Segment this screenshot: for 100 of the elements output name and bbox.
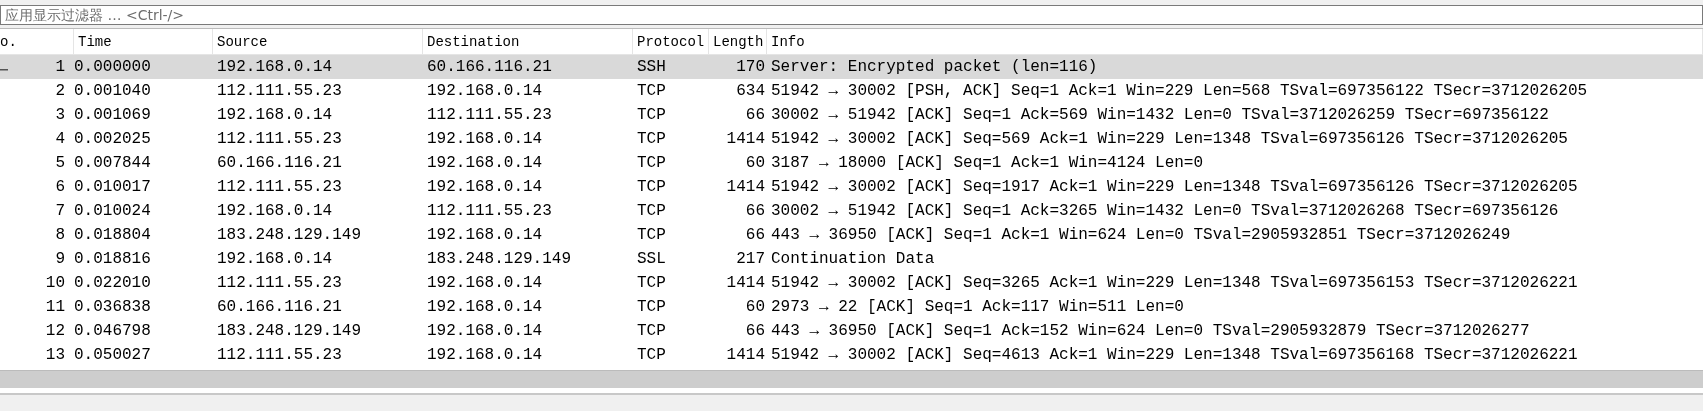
table-cell: 112.111.55.23 <box>217 178 342 196</box>
table-cell: 3187 → 18000 [ACK] Seq=1 Ack=1 Win=4124 Len=0 <box>771 154 1204 172</box>
column-header[interactable]: o. <box>0 29 74 54</box>
table-cell: 192.168.0.14 <box>217 250 333 268</box>
packet-row[interactable]: 5 0.007844 60.166.116.21 192.168.0.14 TCP 60 3187 → 18000 [ACK] Seq=1 Ack=1 Win=4124 Len=0 <box>0 151 1703 175</box>
table-cell: 112.111.55.23 <box>217 346 342 364</box>
table-cell: Server: Encrypted packet (len=116) <box>771 58 1098 76</box>
table-cell: TCP <box>637 154 666 172</box>
table-cell: 0.007844 <box>74 154 151 172</box>
table-cell: 217 <box>736 250 765 268</box>
table-cell: TCP <box>637 202 666 220</box>
table-cell: 634 <box>736 82 765 100</box>
table-cell: 192.168.0.14 <box>427 274 543 292</box>
table-cell: 9 <box>55 250 65 268</box>
column-header[interactable]: Protocol <box>633 29 709 54</box>
packet-row[interactable]: 4 0.002025 112.111.55.23 192.168.0.14 TCP 1414 51942 → 30002 [ACK] Seq=569 Ack=1 Win=229 Len=1348 TSval=697356126 TSecr=3712026205 <box>0 127 1703 151</box>
table-cell: 443 → 36950 [ACK] Seq=1 Ack=152 Win=624 Len=0 TSval=2905932879 TSecr=3712026277 <box>771 322 1530 340</box>
table-cell: 51942 → 30002 [ACK] Seq=4613 Ack=1 Win=229 Len=1348 TSval=697356168 TSecr=3712026221 <box>771 346 1578 364</box>
table-cell: TCP <box>637 82 666 100</box>
table-cell: 10 <box>45 274 65 292</box>
horizontal-scrollbar[interactable] <box>0 370 1703 388</box>
table-cell: 192.168.0.14 <box>217 202 333 220</box>
column-header[interactable]: Destination <box>423 29 633 54</box>
table-cell: 60.166.116.21 <box>217 154 342 172</box>
table-cell: 0.001040 <box>74 82 151 100</box>
packet-row[interactable]: 3 0.001069 192.168.0.14 112.111.55.23 TCP 66 30002 → 51942 [ACK] Seq=1 Ack=569 Win=1432 Len=0 TSval=3712026259 TSecr=697356122 <box>0 103 1703 127</box>
table-cell: Continuation Data <box>771 250 935 268</box>
packet-row[interactable]: 8 0.018804 183.248.129.149 192.168.0.14 TCP 66 443 → 36950 [ACK] Seq=1 Ack=1 Win=624 Len=0 TSval=2905932851 TSecr=3712026249 <box>0 223 1703 247</box>
table-cell: 66 <box>745 322 765 340</box>
table-cell: 443 → 36950 [ACK] Seq=1 Ack=1 Win=624 Len=0 TSval=2905932851 TSecr=3712026249 <box>771 226 1511 244</box>
table-cell: TCP <box>637 322 666 340</box>
column-header[interactable]: Length <box>709 29 767 54</box>
table-cell: 66 <box>745 106 765 124</box>
table-cell: 51942 → 30002 [ACK] Seq=1917 Ack=1 Win=229 Len=1348 TSval=697356126 TSecr=3712026205 <box>771 178 1578 196</box>
table-cell: 60 <box>745 298 765 316</box>
table-cell: SSL <box>637 250 666 268</box>
table-cell: 1414 <box>726 130 765 148</box>
table-cell: 4 <box>55 130 65 148</box>
table-cell: 183.248.129.149 <box>217 322 362 340</box>
table-cell: 192.168.0.14 <box>217 106 333 124</box>
table-cell: 192.168.0.14 <box>427 346 543 364</box>
table-cell: 0.046798 <box>74 322 151 340</box>
table-cell: 12 <box>45 322 65 340</box>
table-cell: 66 <box>745 202 765 220</box>
packet-row[interactable]: 1 0.000000 192.168.0.14 60.166.116.21 SSH 170 Server: Encrypted packet (len=116) <box>0 55 1703 79</box>
table-cell: 51942 → 30002 [ACK] Seq=569 Ack=1 Win=229 Len=1348 TSval=697356126 TSecr=3712026205 <box>771 130 1568 148</box>
table-cell: 112.111.55.23 <box>427 106 552 124</box>
table-cell: 112.111.55.23 <box>217 82 342 100</box>
table-cell: 0.022010 <box>74 274 151 292</box>
table-cell: 192.168.0.14 <box>427 82 543 100</box>
table-cell: 2973 → 22 [ACK] Seq=1 Ack=117 Win=511 Len=0 <box>771 298 1184 316</box>
display-filter-field[interactable]: 应用显示过滤器 … <Ctrl-/> <box>0 5 1703 25</box>
table-cell: 1414 <box>726 178 765 196</box>
table-cell: 192.168.0.14 <box>427 154 543 172</box>
table-cell: 0.010017 <box>74 178 151 196</box>
table-cell: 0.036838 <box>74 298 151 316</box>
table-cell: 3 <box>55 106 65 124</box>
table-cell: 5 <box>55 154 65 172</box>
packet-row[interactable]: 12 0.046798 183.248.129.149 192.168.0.14 TCP 66 443 → 36950 [ACK] Seq=1 Ack=152 Win=624 Len=0 TSval=2905932879 TSecr=3712026277 <box>0 319 1703 343</box>
table-cell: 1 <box>55 58 65 76</box>
table-cell: 192.168.0.14 <box>427 298 543 316</box>
table-cell: TCP <box>637 346 666 364</box>
table-cell: 192.168.0.14 <box>427 130 543 148</box>
packet-row[interactable]: 10 0.022010 112.111.55.23 192.168.0.14 TCP 1414 51942 → 30002 [ACK] Seq=3265 Ack=1 Win=229 Len=1348 TSval=697356153 TSecr=3712026221 <box>0 271 1703 295</box>
table-cell: 11 <box>45 298 65 316</box>
table-cell: TCP <box>637 298 666 316</box>
packet-row[interactable]: 9 0.018816 192.168.0.14 183.248.129.149 SSL 217 Continuation Data <box>0 247 1703 271</box>
table-cell: TCP <box>637 178 666 196</box>
table-cell: 6 <box>55 178 65 196</box>
table-cell: 192.168.0.14 <box>427 322 543 340</box>
table-cell: 60 <box>745 154 765 172</box>
packet-row[interactable]: 2 0.001040 112.111.55.23 192.168.0.14 TCP 634 51942 → 30002 [PSH, ACK] Seq=1 Ack=1 Win=229 Len=568 TSval=697356122 TSecr=3712026205 <box>0 79 1703 103</box>
table-cell: SSH <box>637 58 666 76</box>
table-cell: 51942 → 30002 [ACK] Seq=3265 Ack=1 Win=229 Len=1348 TSval=697356153 TSecr=3712026221 <box>771 274 1578 292</box>
packet-row[interactable]: 6 0.010017 112.111.55.23 192.168.0.14 TCP 1414 51942 → 30002 [ACK] Seq=1917 Ack=1 Win=229 Len=1348 TSval=697356126 TSecr=3712026205 <box>0 175 1703 199</box>
packet-row[interactable]: 13 0.050027 112.111.55.23 192.168.0.14 TCP 1414 51942 → 30002 [ACK] Seq=4613 Ack=1 Win=229 Len=1348 TSval=697356168 TSecr=3712026221 <box>0 343 1703 367</box>
packet-row[interactable]: 7 0.010024 192.168.0.14 112.111.55.23 TCP 66 30002 → 51942 [ACK] Seq=1 Ack=3265 Win=1432 Len=0 TSval=3712026268 TSecr=697356126 <box>0 199 1703 223</box>
table-cell: 112.111.55.23 <box>217 130 342 148</box>
table-cell: 60.166.116.21 <box>427 58 552 76</box>
table-cell: 183.248.129.149 <box>427 250 572 268</box>
table-cell: TCP <box>637 130 666 148</box>
table-cell: 0.002025 <box>74 130 151 148</box>
column-header[interactable]: Source <box>213 29 423 54</box>
table-cell: TCP <box>637 226 666 244</box>
table-cell: 1414 <box>726 346 765 364</box>
packet-row[interactable]: 11 0.036838 60.166.116.21 192.168.0.14 TCP 60 2973 → 22 [ACK] Seq=1 Ack=117 Win=511 Len=0 <box>0 295 1703 319</box>
table-cell: 192.168.0.14 <box>427 226 543 244</box>
table-cell: 0.010024 <box>74 202 151 220</box>
table-cell: 30002 → 51942 [ACK] Seq=1 Ack=3265 Win=1432 Len=0 TSval=3712026268 TSecr=697356126 <box>771 202 1559 220</box>
table-cell: 170 <box>736 58 765 76</box>
table-cell: 60.166.116.21 <box>217 298 342 316</box>
table-cell: 183.248.129.149 <box>217 226 362 244</box>
table-cell: 112.111.55.23 <box>217 274 342 292</box>
table-cell: 0.018816 <box>74 250 151 268</box>
table-cell: 192.168.0.14 <box>427 178 543 196</box>
column-header[interactable]: Info <box>767 29 1703 54</box>
table-cell: 13 <box>45 346 65 364</box>
column-header[interactable]: Time <box>74 29 213 54</box>
table-cell: 51942 → 30002 [PSH, ACK] Seq=1 Ack=1 Win=229 Len=568 TSval=697356122 TSecr=3712026205 <box>771 82 1588 100</box>
table-cell: 0.050027 <box>74 346 151 364</box>
